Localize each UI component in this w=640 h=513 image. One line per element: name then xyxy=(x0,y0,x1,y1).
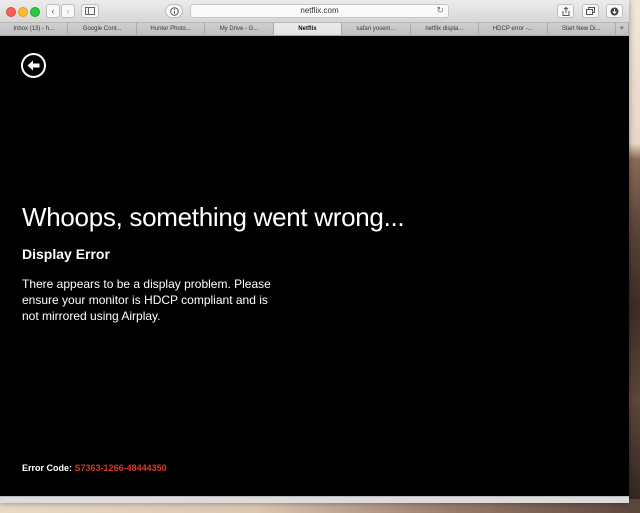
tab[interactable]: Inbox (13) - h... xyxy=(0,23,69,35)
chevron-right-icon: › xyxy=(66,6,70,16)
error-title: Display Error xyxy=(22,246,110,262)
reader-info-button[interactable] xyxy=(165,4,183,18)
tabs-icon xyxy=(586,7,595,15)
tab[interactable]: My Drive - G... xyxy=(205,23,274,35)
reload-icon[interactable]: ↻ xyxy=(436,5,444,16)
page-content: Whoops, something went wrong... Display … xyxy=(0,36,629,496)
browser-window: ‹ › netflix.com ↻ Inbox (13) - h... Goog… xyxy=(0,0,629,503)
back-nav-button[interactable]: ‹ xyxy=(46,4,60,18)
tab[interactable]: Google Cont... xyxy=(68,23,137,35)
error-message: There appears to be a display problem. P… xyxy=(22,277,271,323)
tab[interactable]: Start New Di... xyxy=(547,23,616,35)
tab[interactable]: Hunter Photo... xyxy=(136,23,206,35)
maximize-window-button[interactable] xyxy=(30,7,40,17)
tab[interactable]: safari yosem... xyxy=(342,23,411,35)
arrow-left-icon xyxy=(27,60,40,71)
info-icon xyxy=(169,6,179,16)
chevron-left-icon: ‹ xyxy=(51,6,55,16)
tab[interactable]: netflix displa... xyxy=(410,23,480,35)
error-code-line: Error Code: S7363-1266-48444350 xyxy=(22,463,167,473)
address-bar[interactable]: netflix.com ↻ xyxy=(190,4,449,18)
forward-nav-button[interactable]: › xyxy=(61,4,75,18)
url-text: netflix.com xyxy=(300,6,339,15)
browser-toolbar: ‹ › netflix.com ↻ xyxy=(0,0,629,23)
tab-bar: Inbox (13) - h... Google Cont... Hunter … xyxy=(0,23,629,36)
back-button[interactable] xyxy=(21,53,46,78)
sidebar-icon xyxy=(85,7,95,15)
minimize-window-button[interactable] xyxy=(18,7,28,17)
tab-active[interactable]: Netflix xyxy=(273,23,343,35)
error-code-label: Error Code: xyxy=(22,463,73,473)
downloads-button[interactable] xyxy=(606,4,623,18)
new-tab-button[interactable]: + xyxy=(615,23,629,35)
share-button[interactable] xyxy=(557,4,574,18)
tabs-overview-button[interactable] xyxy=(582,4,599,18)
tab[interactable]: HDCP error -... xyxy=(479,23,548,35)
close-window-button[interactable] xyxy=(6,7,16,17)
horizontal-scrollbar[interactable] xyxy=(0,496,629,503)
share-icon xyxy=(562,6,569,16)
sidebar-toggle-button[interactable] xyxy=(81,4,99,18)
error-code-value: S7363-1266-48444350 xyxy=(74,463,167,473)
error-headline: Whoops, something went wrong... xyxy=(22,202,405,232)
download-icon xyxy=(610,7,619,15)
